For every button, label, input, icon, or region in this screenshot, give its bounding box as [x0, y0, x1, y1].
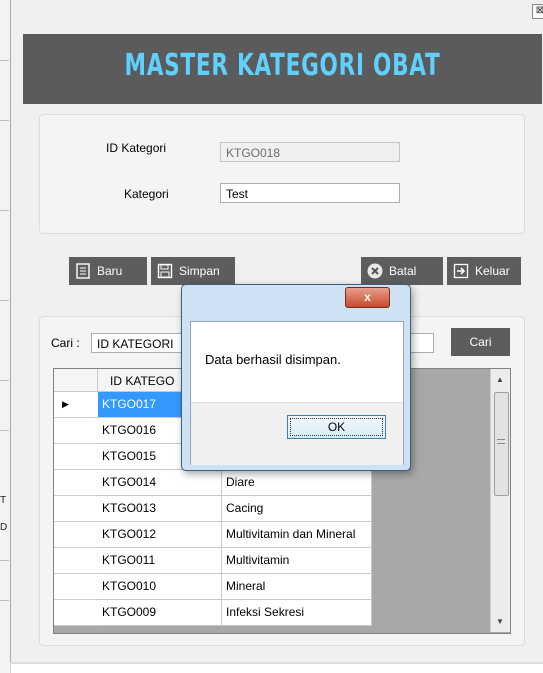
grid-row-header[interactable]: ▶ — [54, 392, 98, 418]
document-icon — [75, 263, 91, 279]
bg-divider — [0, 300, 9, 301]
grid-cell-kategori[interactable]: Multivitamin — [222, 548, 372, 574]
exit-icon — [453, 263, 469, 279]
batal-button[interactable]: Batal — [361, 257, 443, 285]
grid-row-header[interactable] — [54, 418, 98, 444]
grid-row-header[interactable] — [54, 444, 98, 470]
grid-cell-kategori[interactable]: Multivitamin dan Mineral — [222, 522, 372, 548]
grid-cell-id[interactable]: KTGO014 — [98, 470, 222, 496]
grid-cell-id[interactable]: KTGO011 — [98, 548, 222, 574]
bg-divider — [0, 210, 9, 211]
baru-button[interactable]: Baru — [69, 257, 147, 285]
grid-vertical-scrollbar[interactable]: ▲ ▼ — [490, 369, 510, 632]
search-button[interactable]: Cari — [451, 328, 510, 356]
grid-cell-kategori[interactable]: Diare — [222, 470, 372, 496]
scroll-down-icon[interactable]: ▼ — [496, 617, 504, 626]
id-kategori-field[interactable]: KTGO018 — [220, 142, 400, 162]
bg-divider — [0, 600, 9, 601]
bg-divider — [0, 560, 9, 561]
save-icon — [157, 263, 173, 279]
grid-corner — [54, 369, 98, 392]
master-kategori-window: ⊠ MASTER KATEGORI OBAT ID Kategori KTGO0… — [10, 0, 543, 662]
grid-cell-kategori[interactable]: Cacing — [222, 496, 372, 522]
grid-cell-id[interactable]: KTGO013 — [98, 496, 222, 522]
dialog-close-button[interactable]: x — [345, 287, 390, 308]
kategori-field[interactable]: Test — [220, 183, 400, 203]
grid-cell-kategori[interactable]: Mineral — [222, 574, 372, 600]
dialog-message: Data berhasil disimpan. — [205, 352, 341, 367]
grid-cell-id[interactable]: KTGO010 — [98, 574, 222, 600]
batal-label: Batal — [389, 264, 417, 278]
dialog-footer: OK — [191, 402, 403, 465]
cancel-icon — [367, 263, 383, 279]
form-panel: ID Kategori KTGO018 Kategori Test — [39, 114, 525, 234]
bg-divider — [0, 120, 9, 121]
bg-text: D — [0, 522, 8, 533]
simpan-button[interactable]: Simpan — [151, 257, 235, 285]
bg-divider — [0, 430, 9, 431]
dialog-body: Data berhasil disimpan. OK — [190, 321, 404, 465]
message-dialog: x Data berhasil disimpan. OK — [181, 284, 411, 471]
ok-button[interactable]: OK — [287, 415, 386, 439]
simpan-label: Simpan — [179, 264, 220, 278]
search-label: Cari : — [51, 336, 80, 350]
grid-row-header[interactable] — [54, 470, 98, 496]
scroll-thumb[interactable] — [494, 392, 509, 496]
grid-cell-kategori[interactable]: Infeksi Sekresi — [222, 600, 372, 626]
grid-row-header[interactable] — [54, 574, 98, 600]
bg-text: T — [0, 495, 7, 506]
page-title: MASTER KATEGORI OBAT — [124, 48, 441, 83]
kategori-label: Kategori — [124, 187, 169, 201]
grid-cell-id[interactable]: KTGO012 — [98, 522, 222, 548]
window-close-button[interactable]: ⊠ — [532, 4, 543, 19]
header-banner: MASTER KATEGORI OBAT — [23, 34, 542, 104]
bg-divider — [0, 60, 9, 61]
grid-row-header[interactable] — [54, 600, 98, 626]
keluar-button[interactable]: Keluar — [447, 257, 521, 285]
search-column-select[interactable]: ID KATEGORI — [91, 333, 191, 353]
keluar-label: Keluar — [475, 264, 510, 278]
search-input[interactable] — [409, 333, 434, 353]
grid-row-header[interactable] — [54, 522, 98, 548]
id-kategori-label: ID Kategori — [106, 141, 167, 155]
bg-divider — [0, 380, 9, 381]
grid-row-header[interactable] — [54, 548, 98, 574]
baru-label: Baru — [97, 264, 123, 278]
current-row-indicator-icon: ▶ — [62, 399, 69, 409]
grid-row-header[interactable] — [54, 496, 98, 522]
scroll-up-icon[interactable]: ▲ — [496, 375, 504, 384]
grid-cell-id[interactable]: KTGO009 — [98, 600, 222, 626]
